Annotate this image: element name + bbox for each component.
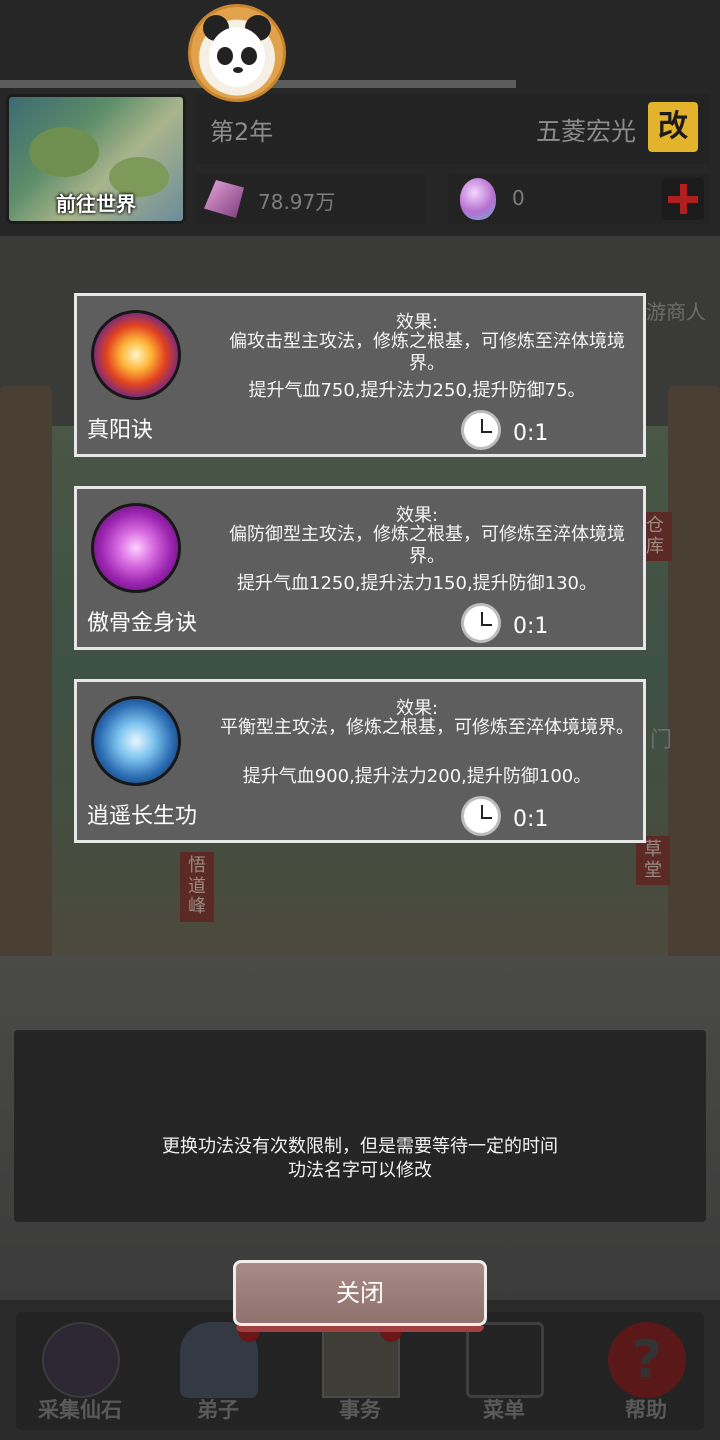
- technique-description: 偏防御型主攻法，修炼之根基，可修炼至淬体境境界。: [229, 524, 625, 567]
- spirit-egg-icon: [460, 178, 496, 220]
- technique-ratio: 0:1: [513, 421, 549, 446]
- egg-panel: 0: [448, 174, 710, 224]
- peak-label: 悟道峰: [180, 852, 214, 923]
- technique-description: 平衡型主攻法，修炼之根基，可修炼至淬体境境界。: [220, 717, 634, 738]
- tip-line-2: 功法名字可以修改: [288, 1160, 432, 1181]
- spirit-stone-icon: [204, 180, 244, 218]
- year-panel: 第2年 五菱宏光 改: [196, 94, 710, 164]
- technique-name[interactable]: 傲骨金身诀: [87, 605, 197, 637]
- tip-line-1: 更换功法没有次数限制，但是需要等待一定的时间: [162, 1136, 558, 1157]
- spirit-stone-value: 78.97万: [258, 190, 336, 214]
- nav-gather-stone[interactable]: 采集仙石: [16, 1312, 144, 1430]
- spirit-stone-panel: 78.97万: [196, 174, 426, 224]
- nav-label: 采集仙石: [38, 1398, 122, 1422]
- sect-name: 五菱宏光: [535, 117, 636, 146]
- year-text: 第2年: [210, 118, 274, 146]
- technique-card[interactable]: 效果: 偏攻击型主攻法，修炼之根基，可修炼至淬体境境界。 提升气血750,提升法…: [74, 293, 646, 457]
- technique-card[interactable]: 效果: 偏防御型主攻法，修炼之根基，可修炼至淬体境境界。 提升气血1250,提升…: [74, 486, 646, 650]
- technique-name[interactable]: 真阳诀: [87, 412, 153, 444]
- rename-button[interactable]: 改: [648, 102, 698, 152]
- grass-hall-label: 草堂: [636, 836, 670, 886]
- fire-orb-icon: [91, 310, 181, 400]
- purple-orb-icon: [91, 503, 181, 593]
- go-to-world-label: 前往世界: [56, 192, 136, 216]
- help-icon: ?: [608, 1322, 686, 1398]
- technique-stats: 提升气血900,提升法力200,提升防御100。: [242, 766, 592, 787]
- panda-eye: [217, 47, 233, 65]
- gate-label: 门: [650, 728, 673, 753]
- button-shadow: [236, 1326, 484, 1332]
- scroll-rod-right: [668, 386, 720, 996]
- technique-ratio: 0:1: [513, 807, 549, 832]
- panda-nose: [233, 67, 243, 73]
- technique-stats: 提升气血1250,提升法力150,提升防御130。: [237, 573, 597, 594]
- technique-description: 偏攻击型主攻法，修炼之根基，可修炼至淬体境境界。: [229, 331, 625, 374]
- nav-label: 帮助: [625, 1398, 667, 1422]
- clock-icon: [461, 796, 501, 836]
- clock-icon: [461, 603, 501, 643]
- grid-icon: [466, 1322, 544, 1398]
- tip-box: 更换功法没有次数限制，但是需要等待一定的时间 功法名字可以修改: [14, 1030, 706, 1222]
- technique-ratio: 0:1: [513, 614, 549, 639]
- scroll-rod-left: [0, 386, 52, 996]
- technique-card[interactable]: 效果: 平衡型主攻法，修炼之根基，可修炼至淬体境境界。 提升气血900,提升法力…: [74, 679, 646, 843]
- technique-stats: 提升气血750,提升法力250,提升防御75。: [248, 380, 586, 401]
- go-to-world-button[interactable]: 前往世界: [6, 94, 186, 224]
- merchant-label: 游商人: [646, 300, 706, 324]
- nav-help[interactable]: ? 帮助: [582, 1312, 710, 1430]
- nav-label: 弟子: [197, 1398, 239, 1422]
- taiji-orb-icon: [91, 696, 181, 786]
- panda-avatar[interactable]: [188, 4, 286, 102]
- map-island: [29, 127, 99, 177]
- nav-label: 菜单: [483, 1398, 525, 1422]
- close-button[interactable]: 关闭: [233, 1260, 487, 1332]
- top-hud: 前往世界 第2年 五菱宏光 改 78.97万 0: [0, 0, 720, 236]
- add-button[interactable]: [662, 178, 704, 220]
- panda-eye: [241, 47, 257, 65]
- technique-name[interactable]: 逍遥长生功: [87, 798, 197, 830]
- pickaxe-icon: [42, 1322, 120, 1398]
- clock-icon: [461, 410, 501, 450]
- close-button-label: 关闭: [336, 1279, 384, 1307]
- nav-label: 事务: [339, 1398, 381, 1422]
- egg-count: 0: [512, 186, 525, 210]
